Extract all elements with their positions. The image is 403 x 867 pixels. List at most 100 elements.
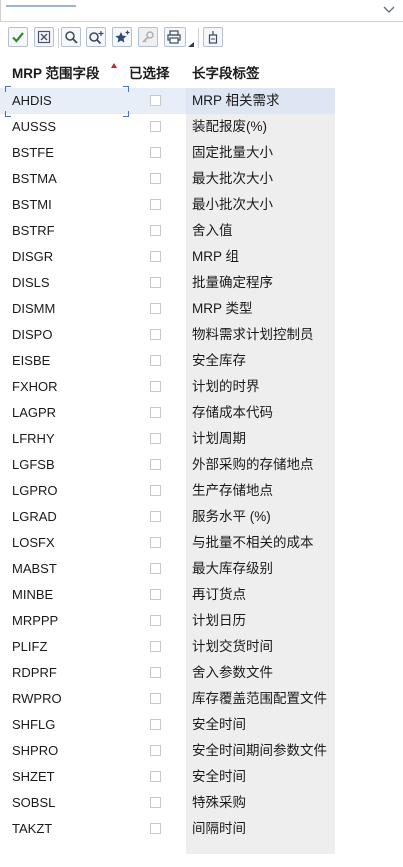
selected-checkbox[interactable] [150,797,161,808]
field-name-cell[interactable]: LGRAD [12,504,57,530]
selected-checkbox[interactable] [150,823,161,834]
table-row[interactable]: MRPPP 计划日历 [0,608,335,634]
find-next-button[interactable] [86,27,106,47]
table-row[interactable]: SOBSL 特殊采购 [0,790,335,816]
table-row[interactable]: SHPRO 安全时间期间参数文件 [0,738,335,764]
field-name-cell[interactable]: MRPPP [12,608,58,634]
field-name-cell[interactable]: LGPRO [12,478,58,504]
column-header-long-label[interactable]: 长字段标签 [192,60,260,88]
field-name-cell[interactable]: EISBE [12,348,50,374]
selected-checkbox[interactable] [150,693,161,704]
settings-button[interactable] [203,27,223,47]
field-name-cell[interactable]: BSTRF [12,218,55,244]
field-name-cell[interactable]: DISGR [12,244,53,270]
selected-checkbox[interactable] [150,121,161,132]
field-name-cell[interactable]: BSTMI [12,192,52,218]
field-name-cell[interactable]: SHZET [12,764,55,790]
selected-checkbox[interactable] [150,485,161,496]
selected-checkbox[interactable] [150,355,161,366]
field-name-cell[interactable]: SHPRO [12,738,58,764]
table-row[interactable]: LGRAD 服务水平 (%) [0,504,335,530]
field-name-cell[interactable]: SOBSL [12,790,55,816]
table-row[interactable]: LGFSB 外部采购的存储地点 [0,452,335,478]
field-name-cell[interactable]: TAKZT [12,816,52,842]
favorites-button[interactable] [112,27,132,47]
field-name-cell[interactable]: PLIFZ [12,634,47,660]
table-row[interactable]: PLIFZ 计划交货时间 [0,634,335,660]
table-row[interactable]: LFRHY 计划周期 [0,426,335,452]
selected-checkbox[interactable] [150,511,161,522]
selected-checkbox[interactable] [150,225,161,236]
field-name-cell[interactable]: MINBE [12,582,53,608]
column-header-field[interactable]: MRP 范围字段 [12,60,100,88]
table-row[interactable]: DISMM MRP 类型 [0,296,335,322]
table-row[interactable]: SHFLG 安全时间 [0,712,335,738]
field-name-cell[interactable]: DISPO [12,322,52,348]
selected-checkbox[interactable] [150,563,161,574]
table-row[interactable]: RDPRF 舍入参数文件 [0,660,335,686]
field-name-cell[interactable]: LAGPR [12,400,56,426]
table-row[interactable]: MABST 最大库存级别 [0,556,335,582]
table-row[interactable]: EISBE 安全库存 [0,348,335,374]
table-row[interactable]: TAKZT 间隔时间 [0,816,335,842]
confirm-button[interactable] [8,27,28,47]
selected-checkbox[interactable] [150,589,161,600]
table-row[interactable]: FXHOR 计划的时界 [0,374,335,400]
field-name-cell[interactable]: BSTMA [12,166,57,192]
table-row[interactable]: SHZET 安全时间 [0,764,335,790]
field-name-cell[interactable]: RDPRF [12,660,57,686]
selected-checkbox[interactable] [150,459,161,470]
info-button[interactable] [138,27,158,47]
field-name-cell[interactable]: LFRHY [12,426,55,452]
table-row[interactable]: LOSFX 与批量不相关的成本 [0,530,335,556]
table-row[interactable]: DISLS 批量确定程序 [0,270,335,296]
table-row[interactable]: LAGPR 存储成本代码 [0,400,335,426]
field-name-cell[interactable]: BSTFE [12,140,54,166]
selected-checkbox[interactable] [150,407,161,418]
selected-checkbox[interactable] [150,277,161,288]
table-row[interactable]: BSTRF 舍入值 [0,218,335,244]
table-row[interactable]: AHDIS MRP 相关需求 [0,86,335,117]
selected-checkbox[interactable] [150,199,161,210]
selected-checkbox[interactable] [150,667,161,678]
field-name-cell[interactable]: LOSFX [12,530,55,556]
selected-checkbox[interactable] [150,745,161,756]
table-row[interactable]: BSTFE 固定批量大小 [0,140,335,166]
cancel-button[interactable] [34,27,54,47]
selected-checkbox[interactable] [150,147,161,158]
selected-checkbox[interactable] [150,173,161,184]
table-row[interactable]: BSTMI 最小批次大小 [0,192,335,218]
long-label-cell: 服务水平 (%) [186,504,335,530]
table-row[interactable]: RWPRO 库存覆盖范围配置文件 [0,686,335,712]
field-name-cell[interactable]: SHFLG [12,712,55,738]
field-name-cell[interactable]: LGFSB [12,452,55,478]
table-row[interactable]: MINBE 再订货点 [0,582,335,608]
print-button[interactable] [164,27,186,47]
selected-checkbox[interactable] [150,381,161,392]
table-row[interactable]: DISPO 物料需求计划控制员 [0,322,335,348]
selected-checkbox[interactable] [150,303,161,314]
selected-checkbox[interactable] [150,719,161,730]
column-header-selected[interactable]: 已选择 [129,60,170,88]
table-row[interactable]: BSTMA 最大批次大小 [0,166,335,192]
selected-checkbox[interactable] [150,615,161,626]
selected-checkbox[interactable] [150,537,161,548]
selected-checkbox[interactable] [150,433,161,444]
selected-checkbox[interactable] [150,641,161,652]
field-name-cell[interactable]: RWPRO [12,686,62,712]
field-name-cell[interactable]: FXHOR [12,374,58,400]
selected-checkbox[interactable] [150,771,161,782]
field-name-cell[interactable]: DISMM [12,296,55,322]
selected-checkbox[interactable] [150,329,161,340]
table-row[interactable]: DISGR MRP 组 [0,244,335,270]
selected-checkbox[interactable] [150,95,161,106]
selected-checkbox[interactable] [150,251,161,262]
field-name-cell[interactable]: DISLS [12,270,50,296]
table-row[interactable]: AUSSS 装配报废(%) [0,114,335,140]
table-row[interactable]: LGPRO 生产存储地点 [0,478,335,504]
chevron-down-icon[interactable] [383,5,395,15]
dropdown-arrow-icon[interactable] [187,41,195,48]
field-name-cell[interactable]: AUSSS [12,114,56,140]
find-button[interactable] [61,27,81,47]
field-name-cell[interactable]: MABST [12,556,57,582]
